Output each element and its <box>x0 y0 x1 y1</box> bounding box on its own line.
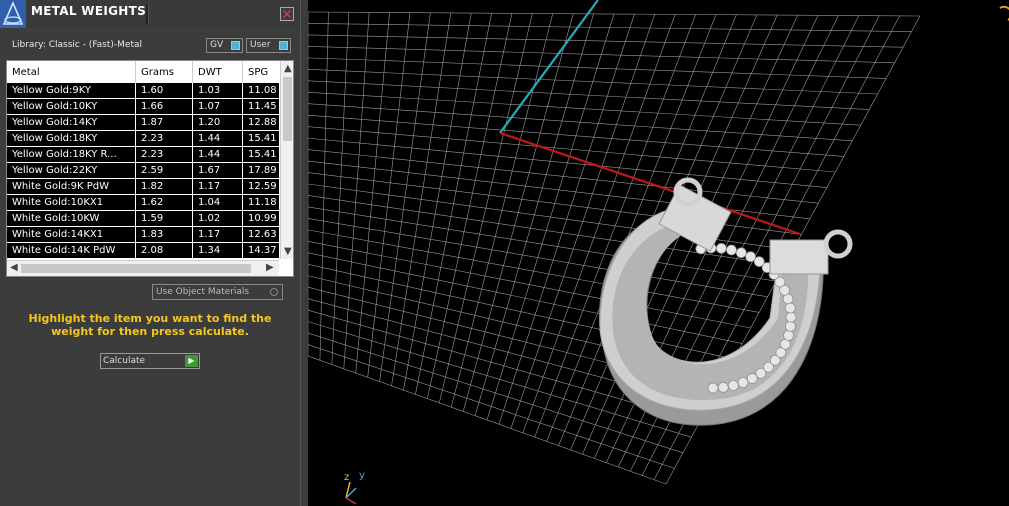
scroll-left-icon[interactable]: ◀ <box>10 263 18 273</box>
table-cell-dwt: 1.07 <box>193 99 242 114</box>
table-cell-grams: 2.23 <box>136 131 192 146</box>
use-object-materials-option[interactable]: Use Object Materials <box>152 284 283 300</box>
column-header-dwt[interactable]: DWT <box>193 61 243 83</box>
table-cell-spg: 10.99 <box>243 211 279 226</box>
close-icon[interactable] <box>280 7 294 21</box>
table-cell-grams: 2.59 <box>136 163 192 178</box>
table-cell-dwt: 1.20 <box>193 115 242 130</box>
z-axis-label: z <box>344 472 350 483</box>
table-row[interactable]: Yellow Gold:22KY 2.59 1.67 17.89 <box>7 163 279 179</box>
right-bail-block <box>769 239 829 275</box>
orbit-gizmo-icon[interactable] <box>999 5 1009 21</box>
radio-indicator-icon[interactable] <box>270 288 278 296</box>
table-cell-grams: 1.59 <box>136 211 192 226</box>
library-label: Library: Classic - (Fast)-Metal <box>12 40 143 50</box>
table-cell-dwt: 1.17 <box>193 227 242 242</box>
calculate-button[interactable]: Calculate ▶ <box>100 353 200 369</box>
table-cell-spg: 14.37 <box>243 243 279 258</box>
table-cell-spg: 17.89 <box>243 163 279 178</box>
table-cell-grams: 1.62 <box>136 195 192 210</box>
table-body: Yellow Gold:9KY 1.60 1.03 11.08 Yellow Gold:… <box>7 83 279 259</box>
gv-toggle-button[interactable]: GV <box>206 38 243 53</box>
table-cell-spg: 12.88 <box>243 115 279 130</box>
user-toggle-button[interactable]: User <box>246 38 291 53</box>
table-cell-dwt: 1.44 <box>193 147 242 162</box>
table-cell-grams: 1.87 <box>136 115 192 130</box>
table-cell-spg: 12.63 <box>243 227 279 242</box>
table-cell-metal: Yellow Gold:10KY <box>7 99 135 114</box>
table-cell-metal: White Gold:14K PdW <box>7 243 135 258</box>
table-cell-metal: White Gold:9K PdW <box>7 179 135 194</box>
table-cell-grams: 1.66 <box>136 99 192 114</box>
gv-label: GV <box>210 40 224 50</box>
table-cell-dwt: 1.02 <box>193 211 242 226</box>
table-cell-metal: White Gold:14KX1 <box>7 227 135 242</box>
table-cell-spg: 15.41 <box>243 147 279 162</box>
table-cell-metal: Yellow Gold:14KY <box>7 115 135 130</box>
table-cell-spg: 15.41 <box>243 131 279 146</box>
table-cell-grams: 1.83 <box>136 227 192 242</box>
table-row[interactable]: White Gold:10KX1 1.62 1.04 11.18 <box>7 195 279 211</box>
play-arrow-icon: ▶ <box>185 355 198 367</box>
vertical-scrollbar[interactable]: ▲ ▼ <box>280 61 293 259</box>
table-row[interactable]: Yellow Gold:14KY 1.87 1.20 12.88 <box>7 115 279 131</box>
table-cell-dwt: 1.04 <box>193 195 242 210</box>
table-cell-dwt: 1.17 <box>193 179 242 194</box>
column-header-grams[interactable]: Grams <box>136 61 193 83</box>
table-header: Metal Grams DWT SPG <box>7 61 279 83</box>
table-cell-grams: 1.60 <box>136 83 192 98</box>
table-cell-grams: 1.82 <box>136 179 192 194</box>
table-cell-metal: Yellow Gold:22KY <box>7 163 135 178</box>
user-label: User <box>250 40 271 50</box>
table-cell-metal: White Gold:10KX1 <box>7 195 135 210</box>
table-row[interactable]: Yellow Gold:9KY 1.60 1.03 11.08 <box>7 83 279 99</box>
horizontal-scroll-thumb[interactable] <box>21 264 251 273</box>
table-cell-spg: 11.45 <box>243 99 279 114</box>
table-cell-spg: 11.18 <box>243 195 279 210</box>
vertical-scroll-thumb[interactable] <box>283 77 292 141</box>
table-cell-dwt: 1.67 <box>193 163 242 178</box>
table-row[interactable]: Yellow Gold:18KY 2.23 1.44 15.41 <box>7 131 279 147</box>
table-row[interactable]: White Gold:10KW 1.59 1.02 10.99 <box>7 211 279 227</box>
table-cell-grams: 2.23 <box>136 147 192 162</box>
panel-splitter[interactable] <box>300 0 308 506</box>
column-header-metal[interactable]: Metal <box>7 61 136 83</box>
y-axis-label: y <box>359 470 365 481</box>
panel-titlebar[interactable]: METAL WEIGHTS <box>0 0 300 28</box>
title-divider <box>146 4 149 24</box>
table-cell-metal: Yellow Gold:18KY <box>7 131 135 146</box>
table-row[interactable]: Yellow Gold:18KY R... 2.23 1.44 15.41 <box>7 147 279 163</box>
scroll-right-icon[interactable]: ▶ <box>266 263 274 273</box>
table-cell-metal: Yellow Gold:9KY <box>7 83 135 98</box>
table-row[interactable]: White Gold:14K PdW 2.08 1.34 14.37 <box>7 243 279 259</box>
toggle-indicator-icon <box>279 41 288 50</box>
viewport-canvas[interactable] <box>308 0 1009 506</box>
table-cell-dwt: 1.03 <box>193 83 242 98</box>
table-cell-dwt: 1.44 <box>193 131 242 146</box>
scroll-down-icon[interactable]: ▼ <box>284 247 292 257</box>
instruction-text: Highlight the item you want to find the … <box>28 312 272 338</box>
toggle-indicator-icon <box>231 41 240 50</box>
table-cell-grams: 2.08 <box>136 243 192 258</box>
panel-title: METAL WEIGHTS <box>31 4 147 18</box>
scroll-up-icon[interactable]: ▲ <box>284 64 292 74</box>
table-cell-dwt: 1.34 <box>193 243 242 258</box>
metal-weights-table: Metal Grams DWT SPG Yellow Gold:9KY 1.60 1… <box>6 60 294 277</box>
3d-viewport[interactable]: z y <box>308 0 1009 506</box>
calculate-label: Calculate <box>103 356 146 366</box>
table-row[interactable]: White Gold:14KX1 1.83 1.17 12.63 <box>7 227 279 243</box>
table-cell-metal: Yellow Gold:18KY R... <box>7 147 135 162</box>
app-logo-icon <box>0 0 26 28</box>
horseshoe-model[interactable] <box>598 177 853 426</box>
table-cell-metal: White Gold:10KW <box>7 211 135 226</box>
metal-weights-panel: METAL WEIGHTS Library: Classic - (Fast)-… <box>0 0 300 506</box>
column-header-spg[interactable]: SPG <box>243 61 279 83</box>
use-object-materials-label: Use Object Materials <box>156 287 250 297</box>
right-loop <box>823 229 853 259</box>
table-row[interactable]: Yellow Gold:10KY 1.66 1.07 11.45 <box>7 99 279 115</box>
table-cell-spg: 11.08 <box>243 83 279 98</box>
table-row[interactable]: White Gold:9K PdW 1.82 1.17 12.59 <box>7 179 279 195</box>
table-cell-spg: 12.59 <box>243 179 279 194</box>
horizontal-scrollbar[interactable]: ◀ ▶ <box>7 260 279 276</box>
